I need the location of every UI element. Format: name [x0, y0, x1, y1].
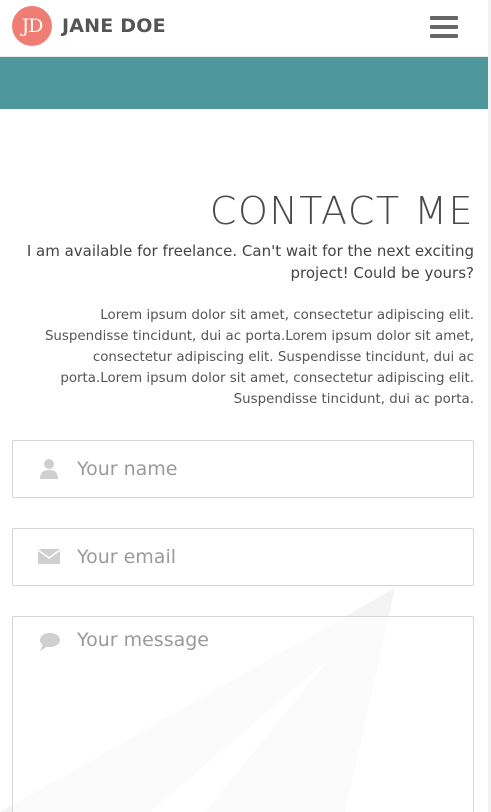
logo[interactable]: JD — [12, 6, 52, 46]
brand[interactable]: JD JANE DOE — [12, 6, 166, 46]
navbar: JD JANE DOE — [0, 0, 491, 57]
name-field[interactable] — [12, 440, 474, 498]
speech-bubble-icon — [40, 633, 60, 651]
hamburger-menu-icon[interactable] — [430, 16, 458, 38]
page-title: CONTACT ME — [209, 189, 474, 233]
email-input[interactable] — [77, 529, 467, 585]
logo-initials: JD — [21, 15, 44, 37]
name-input[interactable] — [77, 441, 467, 497]
header-band — [0, 57, 491, 109]
email-field[interactable] — [12, 528, 474, 586]
envelope-icon — [38, 549, 60, 564]
message-field[interactable] — [12, 616, 474, 812]
description-text: Lorem ipsum dolor sit amet, consectetur … — [44, 308, 474, 407]
message-input[interactable] — [77, 629, 467, 812]
brand-name[interactable]: JANE DOE — [62, 15, 166, 37]
user-icon — [40, 459, 58, 479]
lead-text: I am available for freelance. Can't wait… — [26, 242, 474, 282]
